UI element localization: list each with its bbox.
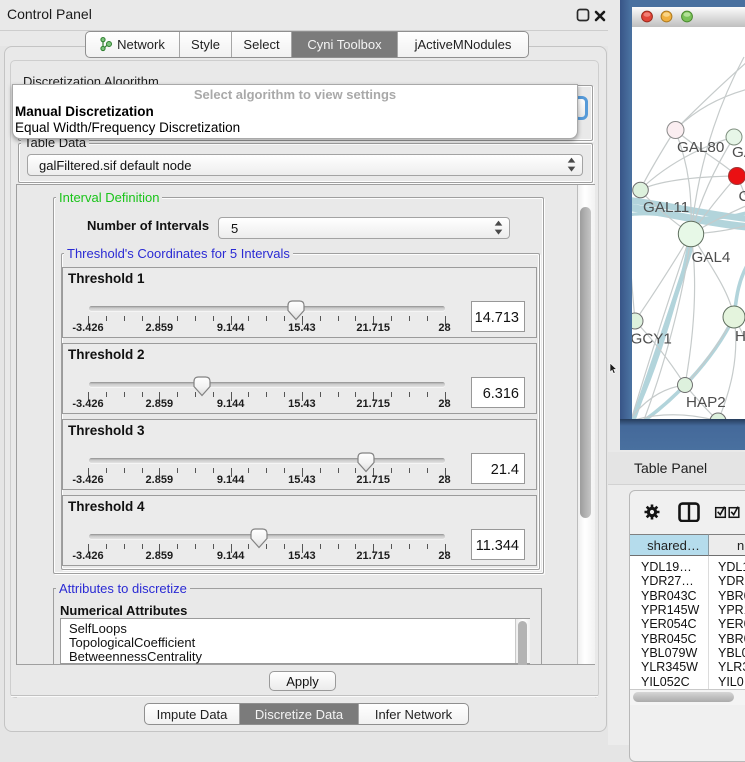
svg-text:GAL4: GAL4 bbox=[692, 249, 731, 266]
svg-text:H: H bbox=[735, 328, 745, 345]
svg-text:GCY1: GCY1 bbox=[632, 331, 672, 348]
svg-text:GAL80: GAL80 bbox=[677, 139, 724, 156]
svg-text:GAL11: GAL11 bbox=[643, 199, 689, 216]
svg-text:GA: GA bbox=[732, 144, 745, 161]
svg-text:HAP2: HAP2 bbox=[686, 394, 726, 411]
svg-text:C: C bbox=[739, 188, 745, 205]
